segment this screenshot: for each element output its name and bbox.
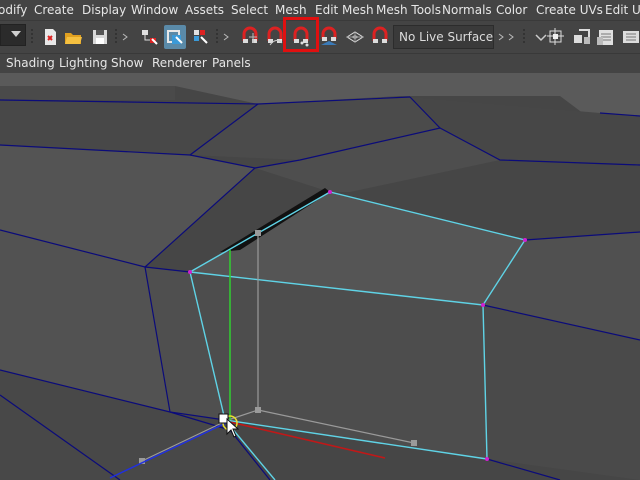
main-menu-bar: odify Create Display Window Assets Selec…	[0, 0, 640, 20]
select-by-object-icon[interactable]	[164, 25, 186, 49]
panel-menu-panels[interactable]: Panels	[212, 54, 251, 73]
selected-vertex[interactable]	[188, 270, 192, 274]
live-surface-field[interactable]: No Live Surface	[393, 25, 494, 49]
save-scene-icon[interactable]	[89, 25, 111, 49]
menu-modify[interactable]: odify	[0, 0, 27, 20]
construction-history-icon[interactable]	[545, 25, 567, 49]
menu-normals[interactable]: Normals	[442, 0, 492, 20]
select-by-component-icon[interactable]	[190, 25, 212, 49]
snap-to-view-plane-icon[interactable]	[318, 25, 340, 49]
status-line-toolbar: No Live Surface	[0, 20, 640, 52]
highlight-box	[283, 17, 319, 52]
selected-vertex[interactable]	[328, 190, 332, 194]
panel-menu-renderer[interactable]: Renderer	[152, 54, 207, 73]
menu-assets[interactable]: Assets	[185, 0, 224, 20]
menu-window[interactable]: Window	[131, 0, 178, 20]
open-scene-icon[interactable]	[62, 25, 84, 49]
make-live-icon[interactable]	[369, 25, 391, 49]
toolbar-separator	[523, 27, 526, 47]
toolbar-expand[interactable]	[498, 27, 504, 47]
render-settings-icon[interactable]	[595, 25, 617, 49]
panel-menu-shading[interactable]: Shading	[6, 54, 55, 73]
toolbar-separator	[216, 27, 219, 47]
mesh-face	[0, 86, 175, 100]
selected-vertex[interactable]	[481, 303, 485, 307]
selected-vertex[interactable]	[523, 238, 527, 242]
render-view-icon[interactable]	[620, 25, 640, 49]
menu-display[interactable]: Display	[82, 0, 126, 20]
panel-menu-lighting[interactable]: Lighting	[59, 54, 108, 73]
input-options-chevron-icon[interactable]	[530, 25, 547, 49]
snap-to-grid-icon[interactable]	[239, 25, 261, 49]
chevron-down-icon	[11, 31, 21, 37]
snap-to-live-icon[interactable]	[344, 25, 366, 49]
manipulator-handle-top[interactable]	[255, 230, 261, 236]
menu-color[interactable]: Color	[496, 0, 527, 20]
select-by-hierarchy-icon[interactable]	[139, 25, 161, 49]
manipulator-handle-center[interactable]	[255, 407, 261, 413]
render-frame-icon[interactable]	[571, 25, 593, 49]
toolbar-expand[interactable]	[122, 27, 128, 47]
new-scene-icon[interactable]	[39, 25, 61, 49]
panel-menu-bar: Shading Lighting Show Renderer Panels	[0, 53, 640, 73]
menu-mesh-tools[interactable]: Mesh Tools	[376, 0, 441, 20]
menu-edit-uvs[interactable]: Edit UV	[605, 0, 640, 20]
viewport-3d[interactable]	[0, 73, 640, 480]
toolbar-expand[interactable]	[508, 27, 514, 47]
manipulator-handle-right[interactable]	[411, 440, 417, 446]
toolbar-separator	[31, 27, 34, 47]
menu-create[interactable]: Create	[34, 0, 74, 20]
panel-menu-show[interactable]: Show	[111, 54, 143, 73]
menu-edit-mesh[interactable]: Edit Mesh	[315, 0, 374, 20]
selected-vertex[interactable]	[485, 457, 489, 461]
toolbar-separator	[115, 27, 118, 47]
menu-create-uvs[interactable]: Create UVs	[536, 0, 603, 20]
viewport-canvas[interactable]	[0, 73, 640, 480]
menu-select[interactable]: Select	[231, 0, 268, 20]
toolbar-expand[interactable]	[223, 27, 229, 47]
menu-set-dropdown[interactable]	[0, 24, 26, 46]
